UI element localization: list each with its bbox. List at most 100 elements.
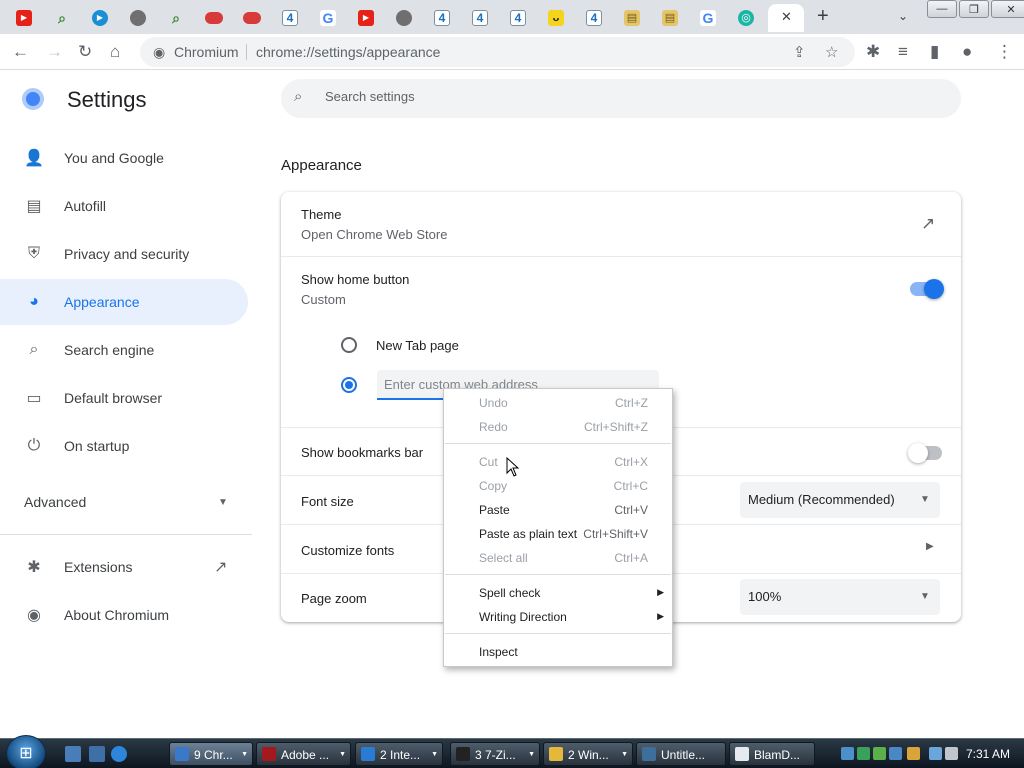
nav-item-autofill[interactable]: ▤ Autofill <box>0 183 248 229</box>
minimize-button[interactable]: — <box>927 0 957 18</box>
nav-item-privacy-and-security[interactable]: ⛨ Privacy and security <box>0 231 248 277</box>
nav-item-label: Autofill <box>64 198 107 214</box>
taskbar-button[interactable]: 9 Chr... ▼ <box>169 742 253 766</box>
site-info-icon[interactable]: ◉ <box>153 44 165 61</box>
omnibox[interactable]: ◉ Chromium chrome://settings/appearance … <box>140 37 855 67</box>
tab-search-icon[interactable]: ⌄ <box>898 9 908 23</box>
context-menu-item-select-all[interactable]: Select all Ctrl+A <box>444 547 672 569</box>
nav-item-label: Appearance <box>64 294 140 310</box>
browser-tab[interactable] <box>122 4 154 32</box>
tray-app-icon[interactable] <box>889 747 902 760</box>
nav-item-appearance[interactable]: ◕ Appearance <box>0 279 248 325</box>
context-menu-item-writing-direction[interactable]: Writing Direction ▶ <box>444 606 672 628</box>
browser-tab[interactable]: 4 <box>464 4 496 32</box>
context-menu-item-copy[interactable]: Copy Ctrl+C <box>444 475 672 497</box>
tray-app-icon[interactable] <box>857 747 870 760</box>
browser-tab[interactable]: ◎ <box>730 4 762 32</box>
switch-windows-icon[interactable] <box>89 746 105 762</box>
browser-tab[interactable]: 4 <box>274 4 306 32</box>
four-icon: 4 <box>472 10 488 26</box>
external-link-icon[interactable]: ↗ <box>921 214 935 234</box>
page-title: Settings <box>67 87 147 112</box>
taskbar-button[interactable]: Untitle... <box>636 742 726 766</box>
nav-item-on-startup[interactable]: ⏻ On startup <box>0 423 248 469</box>
browser-tab[interactable]: ▤ <box>616 4 648 32</box>
taskbar-button-label: Adobe ... <box>281 748 330 762</box>
browser-tab[interactable]: ▶ <box>8 4 40 32</box>
tray-app-icon[interactable] <box>841 747 854 760</box>
back-icon[interactable]: ← <box>12 42 29 62</box>
media-controls-icon[interactable]: ≡ <box>898 42 908 62</box>
browser-tab[interactable]: ▶ <box>84 4 116 32</box>
context-menu-item-cut[interactable]: Cut Ctrl+X <box>444 451 672 473</box>
bookmarks-bar-toggle[interactable] <box>908 443 942 463</box>
bookmark-star-icon[interactable]: ☆ <box>825 43 838 61</box>
browser-tab[interactable] <box>388 4 420 32</box>
browser-menu-icon[interactable]: ⋮ <box>996 42 1013 62</box>
page-zoom-select[interactable]: 100% ▼ <box>740 579 940 615</box>
taskbar-button[interactable]: BlamD... <box>729 742 815 766</box>
context-menu-item-undo[interactable]: Undo Ctrl+Z <box>444 392 672 414</box>
browser-tab[interactable]: 4 <box>502 4 534 32</box>
context-menu-item-paste[interactable]: Paste Ctrl+V <box>444 499 672 521</box>
taskbar-button[interactable]: 2 Inte... ▼ <box>355 742 443 766</box>
context-menu-item-spell-check[interactable]: Spell check ▶ <box>444 582 672 604</box>
taskbar-clock[interactable]: 7:31 AM <box>966 747 1010 761</box>
browser-tab[interactable]: ▶ <box>350 4 382 32</box>
nav-item-default-browser[interactable]: ▭ Default browser <box>0 375 248 421</box>
forward-icon[interactable]: → <box>46 42 63 62</box>
tray-app-icon[interactable] <box>907 747 920 760</box>
taskbar-button[interactable]: 2 Win... ▼ <box>543 742 633 766</box>
maximize-button[interactable]: ❐ <box>959 0 989 18</box>
google-icon: G <box>320 10 336 26</box>
nav-item-search-engine[interactable]: ⌕ Search engine <box>0 327 248 373</box>
browser-tab[interactable]: 4 <box>578 4 610 32</box>
taskbar-button[interactable]: 3 7-Zi... ▼ <box>450 742 540 766</box>
smile-icon: ᴗ <box>548 10 564 26</box>
tray-app-icon[interactable] <box>873 747 886 760</box>
nav-advanced[interactable]: Advanced <box>24 494 86 510</box>
chevron-right-icon[interactable]: ▶ <box>926 541 934 552</box>
theme-sublabel[interactable]: Open Chrome Web Store <box>301 227 447 242</box>
url-text[interactable]: chrome://settings/appearance <box>256 44 440 60</box>
context-menu-label: Undo <box>479 396 508 410</box>
internet-explorer-icon[interactable] <box>111 746 127 762</box>
share-icon[interactable]: ⇪ <box>793 43 806 61</box>
chevron-down-icon[interactable]: ▼ <box>218 497 228 508</box>
browser-tab[interactable]: G <box>312 4 344 32</box>
browser-tab[interactable]: 4 <box>426 4 458 32</box>
custom-url-radio[interactable] <box>341 377 357 393</box>
nav-item-extensions[interactable]: ✱ Extensions ↗ <box>0 544 248 590</box>
home-button-toggle[interactable] <box>910 279 944 299</box>
profile-icon[interactable]: ● <box>962 42 972 62</box>
new-tab-radio[interactable] <box>341 337 357 353</box>
start-button[interactable]: ⊞ <box>6 735 46 768</box>
nav-item-about[interactable]: ◉ About Chromium <box>0 592 248 638</box>
volume-muted-icon[interactable] <box>945 747 958 760</box>
side-panel-icon[interactable]: ▮ <box>930 42 939 62</box>
show-desktop-icon[interactable] <box>65 746 81 762</box>
browser-tab[interactable]: ᴗ <box>540 4 572 32</box>
reload-icon[interactable]: ↻ <box>78 42 92 62</box>
context-menu-item-paste-as-plain-text[interactable]: Paste as plain text Ctrl+Shift+V <box>444 523 672 545</box>
browser-tab[interactable]: G <box>692 4 724 32</box>
browser-tab[interactable]: ⌕ <box>160 4 192 32</box>
context-menu-item-redo[interactable]: Redo Ctrl+Shift+Z <box>444 416 672 438</box>
nav-item-you-and-google[interactable]: 👤 You and Google <box>0 135 248 181</box>
window-close-button[interactable]: ✕ <box>991 0 1024 18</box>
taskbar-button[interactable]: Adobe ... ▼ <box>256 742 351 766</box>
browser-tab[interactable] <box>236 4 268 32</box>
browser-tab[interactable]: ▤ <box>654 4 686 32</box>
browser-tab[interactable]: ⌕ <box>46 4 78 32</box>
network-icon[interactable] <box>929 747 942 760</box>
home-icon[interactable]: ⌂ <box>110 42 120 62</box>
search-input[interactable] <box>325 89 925 104</box>
extensions-icon[interactable]: ✱ <box>866 42 880 62</box>
font-size-select[interactable]: Medium (Recommended) ▼ <box>740 482 940 518</box>
customize-fonts-label[interactable]: Customize fonts <box>301 543 394 558</box>
close-tab-icon[interactable]: ✕ <box>781 9 792 25</box>
external-link-icon: ↗ <box>214 559 228 576</box>
new-tab-button[interactable]: + <box>817 6 829 26</box>
context-menu-item-inspect[interactable]: Inspect <box>444 641 672 663</box>
browser-tab[interactable] <box>198 4 230 32</box>
